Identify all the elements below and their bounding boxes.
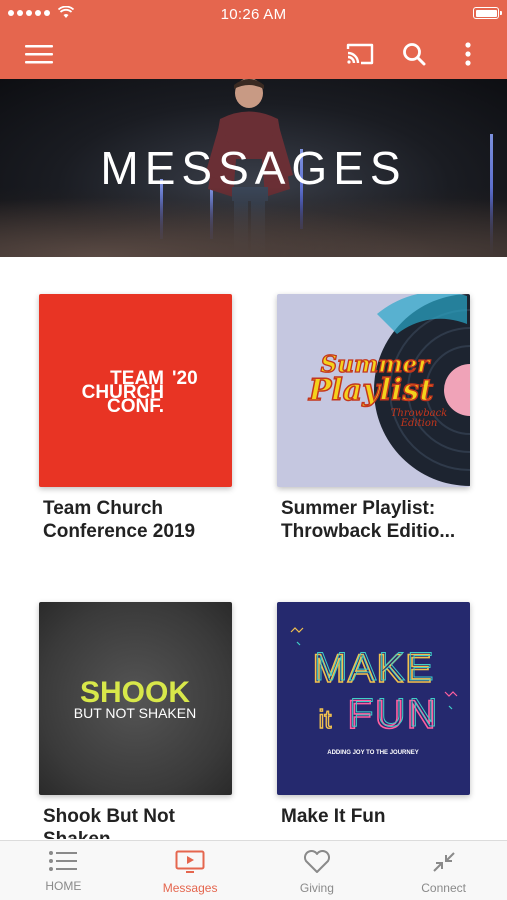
message-title: Summer Playlist: Throwback Editio... bbox=[281, 498, 456, 542]
tab-label: HOME bbox=[45, 879, 82, 893]
hero-banner: MESSAGES bbox=[0, 79, 507, 257]
status-bar: 10:26 AM bbox=[0, 0, 507, 28]
team-church-conf-logo: TEAM CHURCH CONF. '20 bbox=[82, 368, 198, 417]
more-options-button[interactable] bbox=[446, 32, 490, 76]
tab-bar: HOME Messages Giving Connect bbox=[0, 840, 507, 900]
tab-label: Giving bbox=[299, 881, 334, 895]
nav-bar bbox=[0, 28, 507, 79]
cast-icon bbox=[346, 43, 374, 65]
search-icon bbox=[403, 43, 426, 66]
tab-label: Messages bbox=[162, 881, 218, 895]
message-artwork[interactable]: SHOOK BUT NOT SHAKEN bbox=[39, 602, 232, 795]
message-title: Make It Fun bbox=[281, 806, 386, 827]
search-button[interactable] bbox=[392, 32, 436, 76]
message-artwork[interactable]: TEAM CHURCH CONF. '20 bbox=[39, 294, 232, 487]
menu-button[interactable] bbox=[17, 32, 61, 76]
status-time: 10:26 AM bbox=[220, 6, 287, 23]
tab-messages[interactable]: Messages bbox=[127, 841, 254, 900]
svg-text:BUT NOT SHAKEN: BUT NOT SHAKEN bbox=[74, 705, 196, 721]
shook-logo: SHOOK BUT NOT SHAKEN bbox=[74, 676, 196, 721]
message-title: Team Church Conference 2019 bbox=[43, 498, 196, 542]
message-artwork[interactable]: Summer Playlist Throwback Edition bbox=[277, 294, 470, 487]
heart-icon bbox=[303, 850, 330, 873]
summer-playlist-logo: Summer Playlist Throwback Edition bbox=[307, 294, 470, 486]
play-screen-icon bbox=[175, 850, 205, 873]
tab-connect[interactable]: Connect bbox=[380, 841, 507, 900]
hamburger-icon bbox=[25, 45, 53, 64]
vertical-dots-icon bbox=[465, 42, 471, 66]
tab-home[interactable]: HOME bbox=[0, 841, 127, 900]
cast-button[interactable] bbox=[338, 32, 382, 76]
make-it-fun-logo: MAKE MAKE it FUN FUN ADDING JOY TO THE J… bbox=[290, 627, 458, 756]
collapse-arrows-icon bbox=[432, 852, 455, 872]
message-card[interactable]: MAKE MAKE it FUN FUN ADDING JOY TO THE J… bbox=[277, 602, 470, 828]
svg-text:ADDING JOY TO THE JOURNEY: ADDING JOY TO THE JOURNEY bbox=[327, 750, 418, 756]
tab-giving[interactable]: Giving bbox=[254, 841, 381, 900]
svg-text:Playlist: Playlist bbox=[308, 373, 434, 408]
app-header: 10:26 AM bbox=[0, 0, 507, 79]
message-artwork[interactable]: MAKE MAKE it FUN FUN ADDING JOY TO THE J… bbox=[277, 602, 470, 795]
message-card[interactable]: TEAM CHURCH CONF. '20 Team Church Confer… bbox=[39, 294, 232, 543]
tab-label: Connect bbox=[421, 881, 466, 895]
svg-text:Edition: Edition bbox=[400, 418, 438, 429]
list-icon bbox=[49, 851, 78, 871]
svg-text:FUN: FUN bbox=[349, 691, 440, 735]
svg-text:CONF.: CONF. bbox=[107, 396, 164, 417]
svg-text:'20: '20 bbox=[172, 368, 198, 389]
message-card[interactable]: Summer Playlist Throwback Edition Summer… bbox=[277, 294, 470, 543]
svg-text:MAKE: MAKE bbox=[314, 645, 435, 689]
svg-text:it: it bbox=[319, 704, 333, 734]
message-card[interactable]: SHOOK BUT NOT SHAKEN Shook But Not Shake… bbox=[39, 602, 232, 839]
battery-icon bbox=[473, 7, 502, 19]
page-title: MESSAGES bbox=[100, 142, 407, 194]
audience-silhouette bbox=[0, 187, 507, 257]
message-title: Shook But Not Shaken bbox=[43, 806, 175, 839]
